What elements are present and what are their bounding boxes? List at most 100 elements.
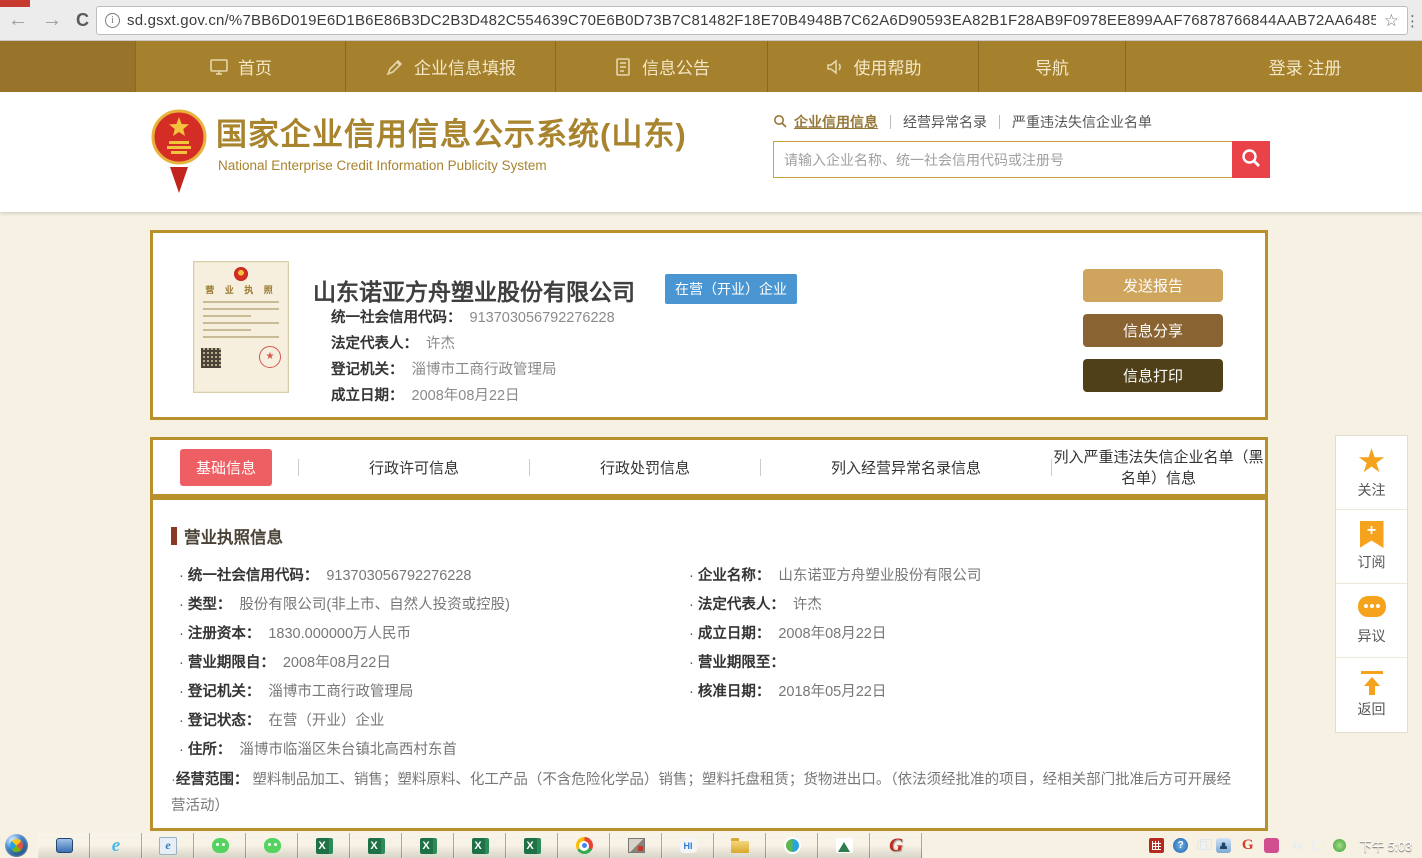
taskbar-app-pyramid[interactable]: [818, 833, 870, 858]
browser-back-button[interactable]: ←: [8, 9, 28, 31]
taskbar-app-chrome[interactable]: [558, 833, 610, 858]
detail-row: ·营业期限自：2008年08月22日: [171, 649, 681, 678]
bookmark-plus-icon: +: [1360, 521, 1384, 548]
detail-label: 统一社会信用代码：: [188, 568, 319, 584]
nav-item-help[interactable]: 使用帮助: [767, 41, 978, 92]
search-tab-illegal-list[interactable]: 严重违法失信企业名单: [1012, 112, 1152, 132]
taskbar-app-window[interactable]: [38, 833, 90, 858]
search-area: 企业信用信息 经营异常名录 严重违法失信企业名单: [773, 112, 1270, 178]
network-icon[interactable]: [1312, 841, 1324, 850]
detail-row: ·统一社会信用代码：913703056792276228: [171, 562, 681, 591]
taskbar-clock[interactable]: 下午 5:03: [1355, 836, 1412, 855]
tab-admin-license[interactable]: 行政许可信息: [299, 457, 529, 478]
start-button[interactable]: [5, 834, 28, 857]
tray-user-icon[interactable]: [1216, 838, 1231, 853]
tray-help-icon[interactable]: ?: [1173, 838, 1188, 853]
site-main-nav: 首页 企业信息填报 信息公告 使用帮助 导航 登录 注册: [0, 41, 1422, 92]
taskbar-app-wechat-1[interactable]: [194, 833, 246, 858]
detail-value: 1830.000000万人民币: [268, 626, 411, 642]
business-license-thumbnail[interactable]: 营 业 执 照 ★: [193, 261, 289, 393]
sidebar-item-follow[interactable]: ★ 关注: [1336, 436, 1407, 510]
nav-item-home[interactable]: 首页: [135, 41, 345, 92]
taskbar-app-wechat-2[interactable]: [246, 833, 298, 858]
taskbar-app-photo[interactable]: [610, 833, 662, 858]
nav-item-label: 信息公告: [642, 54, 710, 79]
browser-menu-icon[interactable]: ⋮: [1405, 12, 1420, 30]
arrow-up-icon: [1361, 671, 1383, 695]
detail-label: 营业期限至：: [698, 655, 785, 671]
business-scope-row: ·经营范围： 塑料制品加工、销售；塑料原料、化工产品（不含危险化学品）销售；塑料…: [171, 767, 1245, 819]
browser-forward-button[interactable]: →: [42, 9, 62, 31]
taskbar-app-folder[interactable]: [714, 833, 766, 858]
taskbar-app-browser-window[interactable]: e: [142, 833, 194, 858]
bookmark-star-icon[interactable]: ☆: [1384, 11, 1399, 31]
wechat-icon: [212, 838, 229, 853]
windows-taskbar: e e X X X X X HI G ? G 下午 5:03: [0, 833, 1422, 858]
sidebar-item-label: 异议: [1358, 626, 1386, 646]
browser-window-icon: e: [159, 837, 177, 855]
url-bar[interactable]: i sd.gsxt.gov.cn/%7BB6D019E6D1B6E86B3DC2…: [96, 6, 1408, 35]
volume-icon[interactable]: [1288, 838, 1303, 853]
nav-item-login-register[interactable]: 登录 注册: [1125, 41, 1422, 92]
company-field-row: 法定代表人：许杰: [331, 331, 615, 357]
taskbar-app-red-g[interactable]: G: [870, 833, 922, 858]
detail-label: 注册资本：: [188, 626, 261, 642]
send-report-button[interactable]: 发送报告: [1083, 269, 1223, 302]
sidebar-item-dispute[interactable]: 异议: [1336, 584, 1407, 658]
detail-row: ·登记状态：在营（开业）企业: [171, 707, 681, 736]
tray-red-app-icon[interactable]: [1149, 838, 1164, 853]
tray-green-app-icon[interactable]: [1333, 839, 1346, 852]
search-tab-abnormal-list[interactable]: 经营异常名录: [903, 112, 987, 132]
nav-item-label: 企业信息填报: [414, 54, 516, 79]
search-button[interactable]: [1232, 141, 1270, 178]
tray-restore-window-icon[interactable]: [1197, 841, 1207, 850]
taskbar-app-ie[interactable]: e: [90, 833, 142, 858]
excel-icon: X: [316, 838, 333, 854]
taskbar-app-excel-2[interactable]: X: [350, 833, 402, 858]
url-text[interactable]: sd.gsxt.gov.cn/%7BB6D019E6D1B6E86B3DC2B3…: [127, 12, 1376, 29]
company-field-row: 统一社会信用代码：913703056792276228: [331, 305, 615, 331]
section-tabs-card: 基础信息 行政许可信息 行政处罚信息 列入经营异常名录信息 列入严重违法失信企业…: [150, 437, 1268, 497]
search-tab-credit-info[interactable]: 企业信用信息: [794, 112, 878, 132]
folder-icon: [731, 841, 749, 853]
taskbar-app-swirl[interactable]: [766, 833, 818, 858]
detail-row: ·企业名称：山东诺亚方舟塑业股份有限公司: [681, 562, 1245, 591]
taskbar-app-excel-1[interactable]: X: [298, 833, 350, 858]
nav-item-enterprise-report[interactable]: 企业信息填报: [345, 41, 555, 92]
print-info-button[interactable]: 信息打印: [1083, 359, 1223, 392]
detail-row: ·核准日期：2018年05月22日: [681, 678, 1245, 707]
detail-label: 登记状态：: [188, 713, 261, 729]
taskbar-app-excel-5[interactable]: X: [506, 833, 558, 858]
wechat-icon: [264, 838, 281, 853]
nav-item-navigation[interactable]: 导航: [978, 41, 1125, 92]
search-input[interactable]: [773, 141, 1232, 178]
detail-label: 成立日期：: [698, 626, 771, 642]
field-value: 913703056792276228: [470, 310, 615, 326]
taskbar-app-baidu-hi[interactable]: HI: [662, 833, 714, 858]
page-info-icon[interactable]: i: [105, 13, 120, 28]
baidu-hi-icon: HI: [680, 838, 697, 853]
company-name: 山东诺亚方舟塑业股份有限公司: [313, 273, 635, 307]
sidebar-item-back-to-top[interactable]: 返回: [1336, 658, 1407, 732]
browser-reload-button[interactable]: C: [76, 9, 89, 31]
tab-abnormal-operations[interactable]: 列入经营异常名录信息: [761, 457, 1051, 478]
nav-item-announcements[interactable]: 信息公告: [555, 41, 767, 92]
sidebar-item-subscribe[interactable]: + 订阅: [1336, 510, 1407, 584]
taskbar-app-excel-4[interactable]: X: [454, 833, 506, 858]
detail-row: ·营业期限至：: [681, 649, 1245, 678]
nav-item-label: 首页: [238, 54, 272, 79]
field-value: 许杰: [426, 336, 455, 352]
tab-basic-info[interactable]: 基础信息: [180, 449, 272, 486]
tray-pink-app-icon[interactable]: [1264, 838, 1279, 853]
detail-row: ·注册资本：1830.000000万人民币: [171, 620, 681, 649]
detail-label: 登记机关：: [188, 684, 261, 700]
taskbar-app-excel-3[interactable]: X: [402, 833, 454, 858]
detail-row: [681, 707, 1245, 736]
share-info-button[interactable]: 信息分享: [1083, 314, 1223, 347]
chrome-icon: [576, 837, 593, 854]
tab-blacklist[interactable]: 列入严重违法失信企业名单（黑名单）信息: [1052, 446, 1265, 488]
detail-value: 塑料制品加工、销售；塑料原料、化工产品（不含危险化学品）销售；塑料托盘租赁；货物…: [171, 772, 1231, 814]
tab-admin-penalty[interactable]: 行政处罚信息: [530, 457, 760, 478]
tray-red-c-icon[interactable]: G: [1240, 838, 1255, 853]
site-subtitle: National Enterprise Credit Information P…: [218, 158, 547, 173]
